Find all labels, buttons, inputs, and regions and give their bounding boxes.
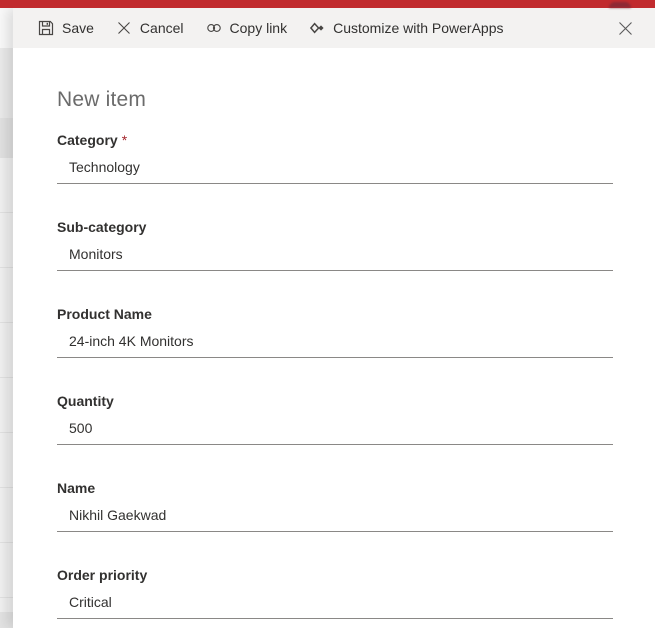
field-sub-category: Sub-category Monitors [57, 217, 613, 271]
name-label: Name [57, 478, 613, 498]
product-name-label: Product Name [57, 304, 613, 324]
command-bar: Save Cancel Copy link [13, 8, 655, 48]
new-item-panel: Save Cancel Copy link [13, 8, 655, 628]
link-icon [206, 20, 222, 36]
sub-category-input[interactable]: Monitors [57, 244, 613, 271]
avatar-partial [609, 2, 631, 8]
save-button[interactable]: Save [27, 8, 105, 48]
cancel-button[interactable]: Cancel [105, 8, 195, 48]
customize-powerapps-button[interactable]: Customize with PowerApps [298, 8, 514, 48]
field-order-priority: Order priority Critical [57, 565, 613, 619]
powerapps-icon [309, 20, 325, 36]
customize-powerapps-label: Customize with PowerApps [333, 20, 503, 36]
category-input[interactable]: Technology [57, 157, 613, 184]
new-item-form: New item Category* Technology Sub-catego… [13, 48, 655, 619]
name-input[interactable]: Nikhil Gaekwad [57, 505, 613, 532]
field-product-name: Product Name 24-inch 4K Monitors [57, 304, 613, 358]
close-panel-button[interactable] [609, 12, 641, 44]
field-category: Category* Technology [57, 130, 613, 184]
save-label: Save [62, 20, 94, 36]
sub-category-label: Sub-category [57, 217, 613, 237]
cancel-icon [116, 20, 132, 36]
category-label: Category [57, 132, 118, 148]
page-backdrop-strip [0, 8, 13, 628]
order-priority-label: Order priority [57, 565, 613, 585]
suite-header-bar [0, 0, 655, 8]
copy-link-button[interactable]: Copy link [195, 8, 299, 48]
order-priority-input[interactable]: Critical [57, 592, 613, 619]
page-title: New item [57, 88, 613, 112]
close-icon [618, 21, 633, 36]
field-name: Name Nikhil Gaekwad [57, 478, 613, 532]
sharepoint-new-item-screen: Save Cancel Copy link [0, 0, 655, 628]
required-asterisk: * [122, 132, 127, 148]
field-quantity: Quantity 500 [57, 391, 613, 445]
copy-link-label: Copy link [230, 20, 288, 36]
product-name-input[interactable]: 24-inch 4K Monitors [57, 331, 613, 358]
list-rows-behind [0, 158, 13, 612]
cancel-label: Cancel [140, 20, 184, 36]
save-icon [38, 20, 54, 36]
quantity-input[interactable]: 500 [57, 418, 613, 445]
quantity-label: Quantity [57, 391, 613, 411]
